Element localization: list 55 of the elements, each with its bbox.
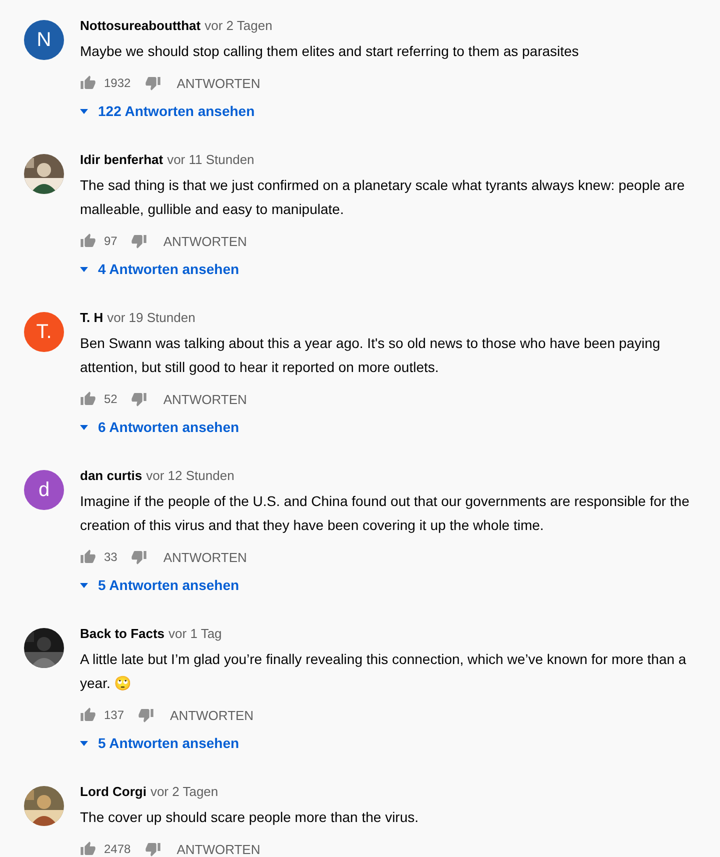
caret-icon xyxy=(80,582,88,588)
reply-button[interactable]: ANTWORTEN xyxy=(170,702,254,728)
thumbs-down-icon[interactable] xyxy=(144,841,161,857)
avatar[interactable]: N xyxy=(24,20,64,60)
thumbs-down-icon[interactable] xyxy=(144,75,161,91)
thumbs-up-icon[interactable] xyxy=(80,841,96,857)
timestamp[interactable]: vor 19 Stunden xyxy=(107,310,196,325)
comment-text: A little late but I’m glad you’re finally revealing this connection, which we’ve known for more than a year. 🙄 xyxy=(80,650,688,693)
caret-icon xyxy=(80,740,88,746)
comment-text: Imagine if the people of the U.S. and China found out that our governments are responsible for the creation of this virus and that they have been covering it up the whole time. xyxy=(80,492,690,535)
timestamp[interactable]: vor 11 Stunden xyxy=(167,152,254,167)
timestamp[interactable]: vor 12 Stunden xyxy=(146,468,234,483)
author-name[interactable]: Lord Corgi xyxy=(80,784,146,799)
reply-button[interactable]: ANTWORTEN xyxy=(163,386,247,412)
view-replies-button[interactable]: 5 Antworten ansehen xyxy=(80,731,240,755)
thumbs-down-icon[interactable] xyxy=(131,391,148,407)
thumbs-up-icon[interactable] xyxy=(80,549,96,565)
like-count: 1932 xyxy=(104,76,131,90)
thumbs-up-icon[interactable] xyxy=(80,233,96,249)
comment-text: The cover up should scare people more than the virus. xyxy=(80,808,420,827)
comment-text: The sad thing is that we just confirmed on a planetary scale what tyrants always knew: people are malleable, gullible and easy to manipulate. xyxy=(80,176,686,219)
timestamp[interactable]: vor 2 Tagen xyxy=(150,784,218,799)
reply-button[interactable]: ANTWORTEN xyxy=(176,836,260,857)
reply-button[interactable]: ANTWORTEN xyxy=(176,70,260,96)
author-name[interactable]: Nottosureaboutthat xyxy=(80,18,201,33)
avatar[interactable]: d xyxy=(24,470,64,510)
timestamp[interactable]: vor 1 Tag xyxy=(168,626,222,641)
like-count: 97 xyxy=(104,234,118,248)
timestamp[interactable]: vor 2 Tagen xyxy=(204,18,272,33)
caret-icon xyxy=(80,108,88,114)
author-name[interactable]: Idir benferhat xyxy=(80,152,164,167)
comment-text: Maybe we should stop calling them elites and start referring to them as parasites xyxy=(80,42,580,61)
view-replies-button[interactable]: 122 Antworten ansehen xyxy=(80,99,255,123)
author-name[interactable]: dan curtis xyxy=(80,468,142,483)
view-replies-button[interactable]: 6 Antworten ansehen xyxy=(80,415,240,439)
like-count: 2478 xyxy=(104,842,131,856)
like-count: 52 xyxy=(104,392,118,406)
avatar[interactable]: T. xyxy=(24,312,64,352)
caret-icon xyxy=(80,424,88,430)
reply-button[interactable]: ANTWORTEN xyxy=(163,544,247,570)
thumbs-up-icon[interactable] xyxy=(80,75,96,91)
thumbs-down-icon[interactable] xyxy=(131,549,148,565)
caret-icon xyxy=(80,266,88,272)
thumbs-down-icon[interactable] xyxy=(138,707,154,723)
thumbs-up-icon[interactable] xyxy=(80,707,96,723)
author-name[interactable]: Back to Facts xyxy=(80,626,165,641)
view-replies-button[interactable]: 5 Antworten ansehen xyxy=(80,573,240,597)
view-replies-button[interactable]: 4 Antworten ansehen xyxy=(80,257,240,281)
thumbs-down-icon[interactable] xyxy=(131,233,148,249)
author-name[interactable]: T. H xyxy=(80,310,104,325)
reply-button[interactable]: ANTWORTEN xyxy=(163,228,247,254)
like-count: 137 xyxy=(104,708,124,722)
comment-text: Ben Swann was talking about this a year ago. It's so old news to those who have been paying attention, but still good to hear it reported on more outlets. xyxy=(80,334,662,377)
thumbs-up-icon[interactable] xyxy=(80,391,96,407)
like-count: 33 xyxy=(104,550,118,564)
